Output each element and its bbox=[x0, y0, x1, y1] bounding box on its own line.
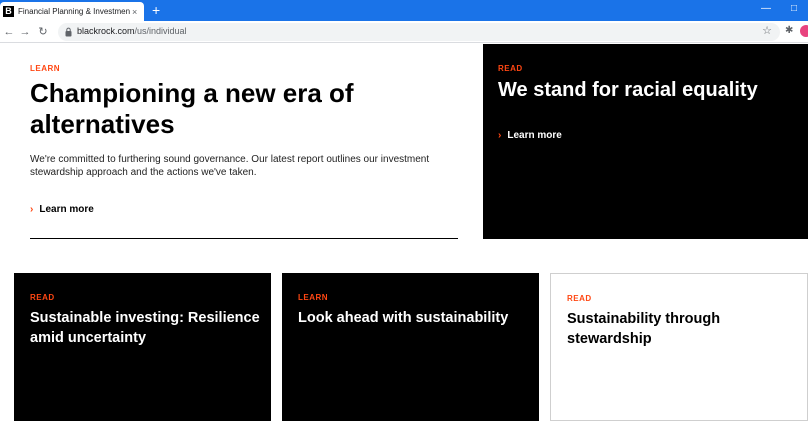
hero-learn-more-label: Learn more bbox=[39, 204, 94, 215]
maximize-icon[interactable]: □ bbox=[780, 0, 808, 21]
hero-title: Championing a new era of alternatives bbox=[30, 78, 354, 139]
url-path: /us/individual bbox=[134, 26, 187, 36]
card-eyebrow: READ bbox=[30, 293, 55, 302]
feature-learn-more-link[interactable]: › Learn more bbox=[498, 130, 562, 141]
blackrock-favicon-icon: B bbox=[3, 6, 14, 17]
card-title: Look ahead with sustainability bbox=[298, 310, 509, 326]
forward-arrow-icon[interactable]: → bbox=[18, 24, 32, 40]
hero-section: LEARN Championing a new era of alternati… bbox=[0, 44, 483, 240]
hero-description: We're committed to furthering sound gove… bbox=[30, 154, 430, 178]
card-look-ahead[interactable]: LEARN Look ahead with sustainability bbox=[282, 273, 539, 421]
browser-toolbar: ← → ↻ blackrock.com/us/individual ☆ bbox=[0, 21, 808, 43]
chevron-right-icon: › bbox=[498, 130, 502, 141]
browser-tab[interactable]: B Financial Planning & Investment × bbox=[0, 2, 144, 21]
address-bar[interactable]: blackrock.com/us/individual ☆ bbox=[58, 23, 780, 41]
card-title: Sustainable investing: Resilience amid u… bbox=[30, 310, 260, 346]
bookmark-star-icon[interactable]: ☆ bbox=[762, 24, 772, 37]
hero-learn-more-link[interactable]: › Learn more bbox=[30, 204, 94, 215]
feature-learn-more-label: Learn more bbox=[507, 130, 562, 141]
hero-divider bbox=[30, 238, 458, 239]
card-eyebrow: READ bbox=[567, 294, 592, 303]
url-text: blackrock.com/us/individual bbox=[77, 26, 187, 36]
card-title: Sustainability through stewardship bbox=[567, 311, 721, 347]
feature-title: We stand for racial equality bbox=[498, 79, 758, 101]
browser-titlebar: B Financial Planning & Investment × + — … bbox=[0, 0, 808, 21]
back-arrow-icon[interactable]: ← bbox=[2, 24, 16, 40]
card-sustainable-investing[interactable]: READ Sustainable investing: Resilience a… bbox=[14, 273, 271, 421]
tab-title: Financial Planning & Investment bbox=[18, 7, 130, 16]
feature-panel[interactable]: READ We stand for racial equality › Lear… bbox=[483, 44, 808, 239]
card-stewardship[interactable]: READ Sustainability through stewardship bbox=[550, 273, 808, 421]
feature-eyebrow: READ bbox=[498, 64, 523, 73]
chevron-right-icon: › bbox=[30, 204, 34, 215]
tab-close-icon[interactable]: × bbox=[132, 7, 137, 17]
url-host: blackrock.com bbox=[77, 26, 135, 36]
hero-eyebrow: LEARN bbox=[30, 64, 61, 73]
card-eyebrow: LEARN bbox=[298, 293, 329, 302]
window-controls: — □ bbox=[752, 0, 808, 21]
minimize-icon[interactable]: — bbox=[752, 0, 780, 21]
reload-icon[interactable]: ↻ bbox=[36, 24, 50, 40]
profile-avatar[interactable] bbox=[800, 25, 808, 37]
lock-icon bbox=[65, 27, 72, 37]
new-tab-button[interactable]: + bbox=[152, 2, 160, 18]
extensions-puzzle-icon[interactable]: ✱ bbox=[785, 25, 793, 36]
